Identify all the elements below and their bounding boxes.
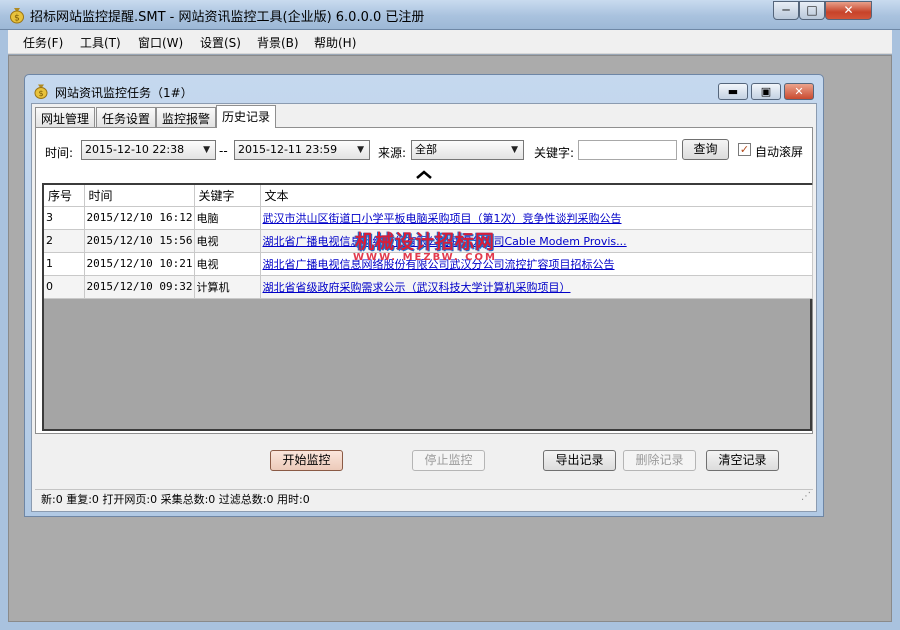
- time-from-picker[interactable]: 2015-12-10 22:38 ▼: [81, 140, 216, 160]
- row-text-link[interactable]: 武汉市洪山区街道口小学平板电脑采购项目（第1次）竞争性谈判采购公告: [263, 212, 622, 225]
- tab-monitor-alerts[interactable]: 监控报警: [156, 107, 217, 127]
- source-label: 来源:: [378, 146, 407, 160]
- row-time: 2015/12/10 10:21: [84, 252, 195, 276]
- svg-text:$: $: [14, 14, 20, 24]
- column-header-keyword[interactable]: 关键字: [194, 185, 261, 207]
- time-to-value: 2015-12-11 23:59: [238, 143, 338, 156]
- row-id: 1: [44, 252, 85, 276]
- menu-task[interactable]: 任务(F): [23, 34, 63, 51]
- window-frame-left: [0, 30, 8, 630]
- close-icon: ✕: [794, 85, 804, 98]
- money-bag-icon: $: [33, 83, 49, 99]
- keyword-input[interactable]: [578, 140, 677, 160]
- source-select[interactable]: 全部 ▼: [411, 140, 524, 160]
- window-frame-bottom: [0, 622, 900, 630]
- row-text-cell: 武汉市洪山区街道口小学平板电脑采购项目（第1次）竞争性谈判采购公告: [260, 206, 813, 230]
- money-bag-icon: $: [8, 6, 26, 24]
- window-frame-right: [892, 30, 900, 630]
- keyword-label: 关键字:: [534, 146, 575, 160]
- row-text-cell: 湖北省广播电视信息网络股份有限公司武汉分公司Cable Modem Provis…: [260, 229, 813, 253]
- column-header-id[interactable]: 序号: [44, 185, 85, 207]
- menu-bar: 任务(F) 工具(T) 窗口(W) 设置(S) 背景(B) 帮助(H): [8, 30, 892, 54]
- tab-url-management[interactable]: 网址管理: [35, 107, 96, 127]
- status-text: 新:0 重复:0 打开网页:0 采集总数:0 过滤总数:0 用时:0: [41, 493, 310, 506]
- autoscroll-checkbox[interactable]: ✓: [738, 143, 751, 156]
- history-grid[interactable]: 序号 时间 关键字 文本 3 2015/12/10 16:12 电脑 武汉市洪山…: [42, 183, 813, 431]
- menu-background[interactable]: 背景(B): [257, 34, 299, 51]
- row-id: 2: [44, 229, 85, 253]
- row-id: 3: [44, 206, 85, 230]
- export-records-button[interactable]: 导出记录: [543, 450, 616, 471]
- row-time: 2015/12/10 15:56: [84, 229, 195, 253]
- menu-settings[interactable]: 设置(S): [200, 34, 241, 51]
- row-keyword: 电脑: [194, 206, 261, 230]
- menu-help[interactable]: 帮助(H): [314, 34, 356, 51]
- svg-text:$: $: [38, 89, 43, 98]
- source-value: 全部: [415, 143, 437, 156]
- menu-window[interactable]: 窗口(W): [138, 34, 183, 51]
- column-header-time[interactable]: 时间: [84, 185, 195, 207]
- minimize-button[interactable]: ─: [773, 1, 799, 20]
- task-window-title: 网站资讯监控任务（1#）: [55, 86, 193, 100]
- child-close-button[interactable]: ✕: [784, 83, 814, 100]
- autoscroll-label: 自动滚屏: [755, 145, 804, 159]
- query-button[interactable]: 查询: [682, 139, 729, 160]
- row-keyword: 计算机: [194, 275, 261, 299]
- row-keyword: 电视: [194, 252, 261, 276]
- watermark-logo: 机械设计招标网 WWW. MEZBW. COM: [350, 227, 500, 263]
- time-from-value: 2015-12-10 22:38: [85, 143, 185, 156]
- stop-monitor-button[interactable]: 停止监控: [412, 450, 485, 471]
- start-monitor-button[interactable]: 开始监控: [270, 450, 343, 471]
- tab-history[interactable]: 历史记录: [216, 105, 277, 128]
- row-id: 0: [44, 275, 85, 299]
- app-titlebar: $ 招标网站监控提醒.SMT - 网站资讯监控工具(企业版) 6.0.0.0 已…: [0, 0, 900, 30]
- row-text-cell: 湖北省省级政府采购需求公示（武汉科技大学计算机采购项目）: [260, 275, 813, 299]
- close-button[interactable]: ✕: [825, 1, 872, 20]
- chevron-down-icon: ▼: [511, 145, 518, 155]
- status-bar: 新:0 重复:0 打开网页:0 采集总数:0 过滤总数:0 用时:0 ⋰: [35, 489, 813, 509]
- history-panel: 时间: 2015-12-10 22:38 ▼ -- 2015-12-11 23:…: [35, 127, 813, 434]
- child-maximize-button[interactable]: ▣: [751, 83, 781, 100]
- delete-records-button[interactable]: 删除记录: [623, 450, 696, 471]
- column-header-text[interactable]: 文本: [260, 185, 813, 207]
- row-time: 2015/12/10 09:32: [84, 275, 195, 299]
- maximize-button[interactable]: □: [799, 1, 825, 20]
- minimize-icon: ▬: [727, 85, 739, 98]
- maximize-icon: ▣: [760, 85, 772, 98]
- task-window: $ 网站资讯监控任务（1#） ▬ ▣ ✕ 网址管理 任务设置 监控报警 历史记录…: [24, 74, 824, 517]
- table-row[interactable]: 0 2015/12/10 09:32 计算机 湖北省省级政府采购需求公示（武汉科…: [44, 275, 813, 299]
- row-text-link[interactable]: 湖北省省级政府采购需求公示（武汉科技大学计算机采购项目）: [263, 281, 571, 294]
- table-header-row: 序号 时间 关键字 文本: [44, 185, 813, 207]
- chevron-down-icon: ▼: [203, 145, 210, 155]
- table-row[interactable]: 3 2015/12/10 16:12 电脑 武汉市洪山区街道口小学平板电脑采购项…: [44, 206, 813, 230]
- watermark-url: WWW. MEZBW. COM: [353, 252, 497, 263]
- task-window-body: 网址管理 任务设置 监控报警 历史记录 时间: 2015-12-10 22:38…: [31, 103, 817, 512]
- row-keyword: 电视: [194, 229, 261, 253]
- close-icon: ✕: [843, 3, 854, 17]
- menu-tools[interactable]: 工具(T): [80, 34, 121, 51]
- minimize-icon: ─: [782, 3, 790, 17]
- maximize-icon: □: [806, 3, 818, 17]
- time-label: 时间:: [45, 146, 74, 160]
- time-separator: --: [219, 144, 228, 158]
- row-text-cell: 湖北省广播电视信息网络股份有限公司武汉分公司流控扩容项目招标公告: [260, 252, 813, 276]
- tab-task-settings[interactable]: 任务设置: [96, 107, 157, 127]
- clear-records-button[interactable]: 清空记录: [706, 450, 779, 471]
- time-to-picker[interactable]: 2015-12-11 23:59 ▼: [234, 140, 370, 160]
- watermark-title: 机械设计招标网: [354, 231, 495, 253]
- app-title: 招标网站监控提醒.SMT - 网站资讯监控工具(企业版) 6.0.0.0 已注册: [30, 10, 425, 25]
- resize-grip-icon[interactable]: ⋰: [801, 487, 811, 507]
- child-minimize-button[interactable]: ▬: [718, 83, 748, 100]
- row-time: 2015/12/10 16:12: [84, 206, 195, 230]
- chevron-down-icon: ▼: [357, 145, 364, 155]
